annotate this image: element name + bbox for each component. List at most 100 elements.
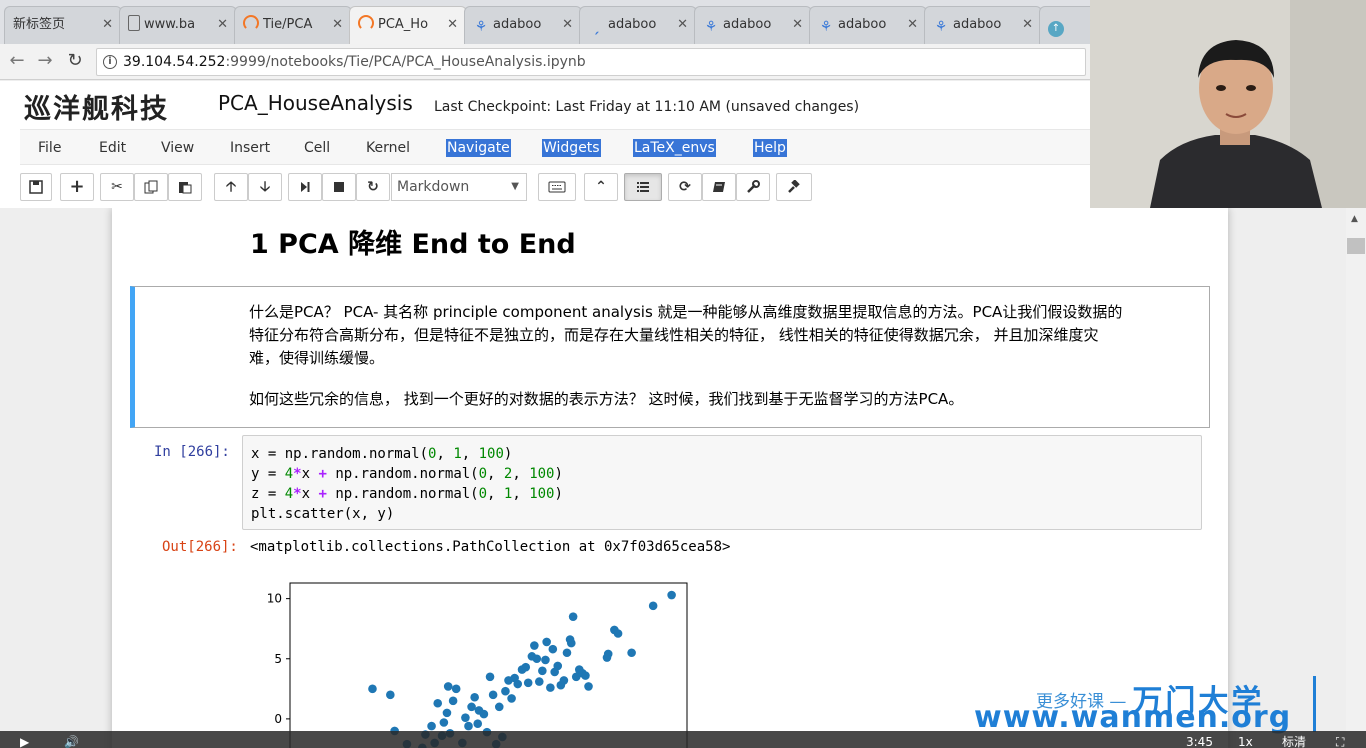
menu-navigate[interactable]: Navigate xyxy=(446,139,511,157)
playback-speed[interactable]: 1x xyxy=(1238,735,1253,748)
menu-edit[interactable]: Edit xyxy=(99,139,126,157)
scatter-point xyxy=(368,684,377,694)
run-cell-icon[interactable] xyxy=(288,173,322,201)
forward-icon[interactable]: → xyxy=(34,50,56,72)
tab-label: 新标签页 xyxy=(13,17,66,32)
scatter-point xyxy=(467,702,476,712)
move-down-icon[interactable]: 🡣 xyxy=(248,173,282,201)
browser-tab[interactable]: 新标签页 ✕ xyxy=(4,6,122,44)
scatter-point xyxy=(553,661,563,671)
close-icon[interactable]: ✕ xyxy=(217,7,228,43)
close-icon[interactable]: ✕ xyxy=(332,7,343,43)
markdown-cell[interactable]: 什么是PCA？ PCA- 其名称 principle component ana… xyxy=(130,286,1210,428)
close-icon[interactable]: ✕ xyxy=(792,7,803,43)
reload-icon[interactable]: ↻ xyxy=(64,50,86,72)
address-bar: ← → ↻ i 39.104.54.252:9999/notebooks/Tie… xyxy=(0,44,1090,80)
browser-tab[interactable]: ⚘ adaboo ✕ xyxy=(809,6,927,44)
input-prompt: In [266]: xyxy=(154,444,230,460)
scatter-point xyxy=(559,676,569,685)
page-title: 1 PCA 降维 End to End xyxy=(250,229,576,260)
presenter-photo xyxy=(1090,0,1366,208)
scatter-point xyxy=(464,721,473,731)
scatter-point xyxy=(538,666,547,676)
md-paragraph-line1: 什么是PCA？ PCA- 其名称 principle component ana… xyxy=(249,303,1123,321)
close-icon[interactable]: ✕ xyxy=(102,7,113,43)
menu-latex-envs[interactable]: LaTeX_envs xyxy=(633,139,716,157)
page-icon xyxy=(128,15,140,31)
close-icon[interactable]: ✕ xyxy=(907,7,918,43)
scatter-point xyxy=(427,721,436,731)
browser-tab[interactable]: ⚘ adaboo ✕ xyxy=(694,6,812,44)
scatter-point xyxy=(479,709,489,719)
cut-icon[interactable]: ✂ xyxy=(100,173,134,201)
url-path: :9999/notebooks/Tie/PCA/PCA_HouseAnalysi… xyxy=(225,54,586,70)
md-paragraph: 如何这些冗余的信息， 找到一个更好的对数据的表示方法？ 这时候，我们找到基于无监… xyxy=(249,390,964,408)
video-quality[interactable]: 标清 xyxy=(1282,735,1306,748)
save-icon[interactable] xyxy=(20,173,52,201)
scatter-point xyxy=(443,682,453,691)
close-icon[interactable]: ✕ xyxy=(677,7,688,43)
close-icon[interactable]: ✕ xyxy=(562,7,573,43)
refresh-icon[interactable]: ⟳ xyxy=(668,173,702,201)
md-paragraph-line2: 特征分布符合高斯分布，但是特征不是独立的，而是存在大量线性相关的特征， 线性相关… xyxy=(249,326,1099,344)
scatter-point xyxy=(648,601,658,611)
menu-insert[interactable]: Insert xyxy=(230,139,270,157)
notebook-title[interactable]: PCA_HouseAnalysis xyxy=(218,91,413,115)
scatter-point xyxy=(386,690,395,700)
jupyter-icon xyxy=(358,15,374,31)
browser-tab[interactable]: ˏ adaboo ✕ xyxy=(579,6,697,44)
url-host: 39.104.54.252 xyxy=(123,54,226,70)
code-cell-editor[interactable]: x = np.random.normal(0, 1, 100) y = 4*x … xyxy=(242,435,1202,530)
insert-cell-icon[interactable]: + xyxy=(60,173,94,201)
tab-label: adaboo xyxy=(608,17,657,32)
browser-tab[interactable]: ⚘ adaboo ✕ xyxy=(464,6,582,44)
cell-type-select[interactable]: Markdown ▼ xyxy=(391,173,527,201)
scatter-chart: 10 5 0 xyxy=(267,582,688,748)
browser-tab[interactable]: Tie/PCA ✕ xyxy=(234,6,352,44)
scrollbar-thumb[interactable] xyxy=(1347,238,1365,254)
menu-view[interactable]: View xyxy=(161,139,194,157)
y-tick-label: 5 xyxy=(274,652,282,666)
toc-list-icon[interactable] xyxy=(624,173,662,201)
baidu-paw-icon: ⚘ xyxy=(474,19,488,35)
chevron-up-icon[interactable]: ⌃ xyxy=(584,173,618,201)
url-input[interactable]: i 39.104.54.252:9999/notebooks/Tie/PCA/P… xyxy=(96,48,1086,76)
page-scrollbar[interactable]: ▲ xyxy=(1346,208,1366,748)
menu-help[interactable]: Help xyxy=(753,139,787,157)
globe-icon: ↑ xyxy=(1048,21,1064,37)
site-info-icon[interactable]: i xyxy=(103,55,117,69)
video-control-bar: ▶ 🔊 3:45 1x 标清 ⛶ xyxy=(0,731,1366,748)
close-icon[interactable]: ✕ xyxy=(1022,7,1033,43)
menu-file[interactable]: File xyxy=(38,139,61,157)
play-icon[interactable]: ▶ xyxy=(20,735,29,748)
back-icon[interactable]: ← xyxy=(6,50,28,72)
scroll-up-icon[interactable]: ▲ xyxy=(1351,214,1358,224)
menu-cell[interactable]: Cell xyxy=(304,139,330,157)
menu-widgets[interactable]: Widgets xyxy=(542,139,601,157)
code-line: y = 4*x + np.random.normal(0, 2, 100) xyxy=(251,466,563,482)
scatter-point xyxy=(542,637,551,647)
close-icon[interactable]: ✕ xyxy=(447,7,458,43)
keyboard-icon[interactable] xyxy=(538,173,576,201)
scatter-point xyxy=(546,683,555,692)
copy-icon[interactable] xyxy=(134,173,168,201)
browser-tab[interactable]: www.ba ✕ xyxy=(119,6,237,44)
code-line: plt.scatter(x, y) xyxy=(251,506,395,522)
paste-icon[interactable] xyxy=(168,173,202,201)
plot-frame xyxy=(289,582,688,748)
browser-tab[interactable]: PCA_Ho ✕ xyxy=(349,6,467,44)
volume-icon[interactable]: 🔊 xyxy=(64,735,79,748)
gavel-icon[interactable] xyxy=(776,173,812,201)
browser-tab[interactable]: ⚘ adaboo ✕ xyxy=(924,6,1042,44)
menu-kernel[interactable]: Kernel xyxy=(366,139,410,157)
tab-label: adaboo xyxy=(953,17,1002,32)
interrupt-icon[interactable] xyxy=(322,173,356,201)
scatter-point xyxy=(501,686,510,696)
fullscreen-icon[interactable]: ⛶ xyxy=(1336,735,1344,748)
book-icon[interactable] xyxy=(702,173,736,201)
scatter-point xyxy=(566,638,576,648)
restart-icon[interactable]: ↻ xyxy=(356,173,390,201)
output-prompt: Out[266]: xyxy=(162,539,238,555)
wrench-icon[interactable] xyxy=(736,173,770,201)
move-up-icon[interactable]: 🡡 xyxy=(214,173,248,201)
